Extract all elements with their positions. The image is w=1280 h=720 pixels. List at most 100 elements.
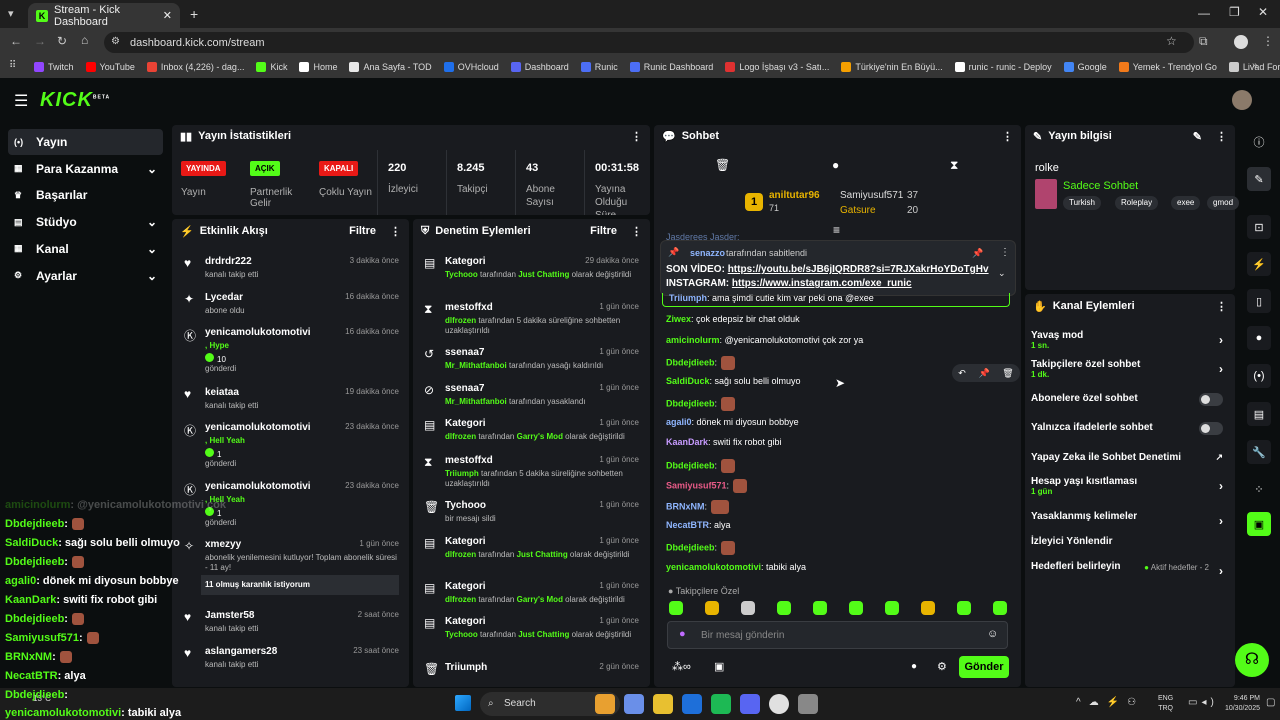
edit-info-icon[interactable]: ✎ — [1193, 130, 1202, 143]
chat-message[interactable]: Dbdejdieeb: — [666, 459, 736, 473]
chat-message[interactable]: agali0: dönek mi diyosun bobbye — [666, 417, 799, 427]
moderation-target[interactable]: mestoffxd — [445, 302, 493, 313]
collapse-icon[interactable]: ≡ — [833, 223, 840, 237]
send-button[interactable]: Gönder — [959, 656, 1009, 678]
moderation-target[interactable]: Kategori — [445, 418, 486, 429]
tag[interactable]: Turkish — [1063, 196, 1101, 210]
chat-username[interactable]: amicinolurm — [666, 335, 720, 345]
chat-message[interactable]: NecatBTR: alya — [666, 520, 731, 530]
taskbar-app-icon[interactable] — [624, 694, 644, 714]
emote-button-icon[interactable] — [669, 601, 683, 615]
gift-icon[interactable]: ▣ — [714, 660, 724, 673]
chat-settings-bubble-icon[interactable]: ● — [911, 661, 917, 672]
extensions-icon[interactable]: ⧉ — [1199, 34, 1208, 49]
bookmark-item[interactable]: Inbox (4,226) - dag... — [146, 62, 244, 72]
timer-tool-icon[interactable]: ⧗ — [950, 158, 958, 173]
phone-icon[interactable]: ▯ — [1247, 289, 1271, 313]
pin-action-icon[interactable]: 📌 — [978, 368, 989, 379]
channel-action[interactable]: Yasaklanmış kelimeler › — [1031, 511, 1227, 533]
chat-tool-icon[interactable]: ● — [832, 158, 839, 172]
moderation-target[interactable]: Kategori — [445, 581, 486, 592]
activity-user[interactable]: yenicamolukotomotivi — [205, 327, 311, 338]
category-thumbnail[interactable] — [1035, 179, 1057, 209]
chat-username[interactable]: agali0 — [666, 417, 692, 427]
channel-action[interactable]: Abonelere özel sohbet — [1031, 393, 1227, 415]
back-icon[interactable]: ← — [10, 34, 22, 48]
activity-user[interactable]: xmezyy — [205, 539, 241, 550]
chat-message[interactable]: Ziwex: çok edepsiz bir chat olduk — [666, 314, 800, 324]
tag[interactable]: Roleplay — [1115, 196, 1159, 210]
chat-message[interactable]: yenicamolukotomotivi: tabiki alya — [666, 562, 806, 572]
sidebar-item-3[interactable]: ▤ Stüdyo ⌄ — [8, 209, 163, 235]
notification-icon[interactable]: ▢ — [1266, 697, 1275, 708]
emote-button-icon[interactable] — [741, 601, 755, 615]
kick-logo[interactable]: KICKBETA — [40, 89, 110, 112]
pinned-menu-icon[interactable]: ⋮ — [1000, 247, 1010, 258]
tab-close-icon[interactable]: ✕ — [163, 9, 172, 22]
chat-username[interactable]: Dbdejdieeb — [666, 460, 715, 470]
chat-username[interactable]: BRNxNM — [666, 501, 705, 511]
moderation-target[interactable]: mestoffxd — [445, 455, 493, 466]
site-info-icon[interactable]: ⚙ — [111, 36, 120, 47]
toggle-switch[interactable] — [1199, 393, 1223, 406]
activity-user[interactable]: Jamster58 — [205, 610, 254, 621]
stats-menu-icon[interactable]: ⋮ — [631, 130, 642, 143]
chat-rail-icon[interactable]: ● — [1247, 326, 1271, 350]
new-tab-button[interactable]: + — [190, 6, 198, 22]
mic-icon[interactable]: ● — [679, 628, 686, 640]
chat-username[interactable]: yenicamolukotomotivi — [666, 562, 761, 572]
taskbar-app-icon[interactable] — [653, 694, 673, 714]
sidebar-item-1[interactable]: ▦ Para Kazanma ⌄ — [8, 156, 163, 182]
emote-button-icon[interactable] — [849, 601, 863, 615]
bookmark-star-icon[interactable]: ☆ — [1166, 34, 1177, 48]
activity-filter-button[interactable]: Filtre — [349, 225, 376, 237]
moderation-target[interactable]: Kategori — [445, 536, 486, 547]
stream-info-menu-icon[interactable]: ⋮ — [1216, 130, 1227, 143]
sidebar-item-4[interactable]: ▦ Kanal ⌄ — [8, 236, 163, 262]
channel-action[interactable]: Yapay Zeka ile Sohbet Denetimi ↗ — [1031, 452, 1227, 474]
bookmark-item[interactable]: YouTube — [85, 62, 135, 72]
chat-username[interactable]: Samiyusuf571 — [666, 480, 727, 490]
bookmark-item[interactable]: Türkiye'nin En Büyü... — [841, 62, 943, 72]
emote-button-icon[interactable] — [777, 601, 791, 615]
start-icon[interactable] — [455, 695, 471, 711]
tab-search-icon[interactable]: ▾ — [8, 7, 14, 20]
chat-message[interactable]: BRNxNM: — [666, 500, 730, 514]
emote-button-icon[interactable] — [885, 601, 899, 615]
emote-button-icon[interactable] — [921, 601, 935, 615]
activity-user[interactable]: keiataa — [205, 387, 239, 398]
toggle-switch[interactable] — [1199, 422, 1223, 435]
bookmark-item[interactable]: Twitch — [34, 62, 74, 72]
points-icon[interactable]: ⁂∞ — [672, 660, 691, 673]
activity-user[interactable]: yenicamolukotomotivi — [205, 481, 311, 492]
emote-button-icon[interactable] — [705, 601, 719, 615]
bookmark-item[interactable]: runic - runic - Deploy — [954, 62, 1052, 72]
close-window-button[interactable]: ✕ — [1258, 5, 1268, 19]
chat-message[interactable]: Dbdejdieeb: — [666, 356, 736, 370]
broadcast-rail-icon[interactable]: (•) — [1247, 364, 1271, 388]
chat-menu-icon[interactable]: ⋮ — [1002, 130, 1013, 143]
taskbar-app-icon[interactable] — [740, 694, 760, 714]
bookmark-item[interactable]: Logo İşbaşı v3 - Satı... — [725, 62, 829, 72]
pinned-link1[interactable]: https://youtu.be/sJB6jIQRDR8?si=7RJXakrH… — [728, 264, 989, 275]
emote-button-icon[interactable] — [813, 601, 827, 615]
chat-username[interactable]: Dbdejdieeb — [666, 357, 715, 367]
emote-button-icon[interactable] — [993, 601, 1007, 615]
reload-icon[interactable]: ↻ — [57, 34, 67, 48]
bookmark-item[interactable]: Runic Dashboard — [629, 62, 713, 72]
bookmark-item[interactable]: Ana Sayfa - TOD — [349, 62, 432, 72]
bookmark-item[interactable]: Yemek - Trendyol Go — [1118, 62, 1217, 72]
info-icon[interactable]: ⓘ — [1247, 130, 1271, 154]
bookmarks-overflow-icon[interactable]: » — [1252, 60, 1258, 71]
hamburger-icon[interactable]: ☰ — [14, 91, 28, 111]
dots-icon[interactable]: ⁘ — [1247, 477, 1271, 501]
channel-action[interactable]: Yalnızca ifadelerle sohbet — [1031, 422, 1227, 444]
pinned-link2[interactable]: https://www.instagram.com/exe_runic — [732, 278, 912, 289]
bookmark-item[interactable]: Runic — [580, 62, 618, 72]
chat-username[interactable]: Dbdejdieeb — [666, 398, 715, 408]
unpin-icon[interactable]: 📌 — [972, 248, 983, 259]
reply-icon[interactable]: ↶ — [958, 368, 966, 379]
moderation-filter-button[interactable]: Filtre — [590, 225, 617, 237]
channel-action[interactable]: İzleyici Yönlendir — [1031, 536, 1227, 558]
menu-icon[interactable]: ⋮ — [1262, 34, 1274, 48]
